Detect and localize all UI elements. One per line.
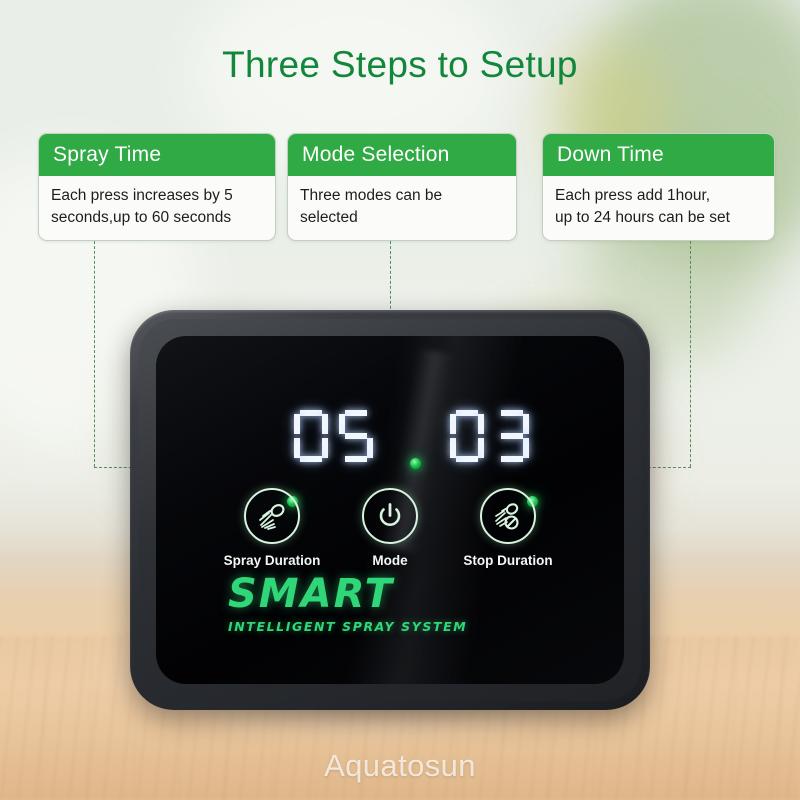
card-body-text: Three modes can be selected xyxy=(300,187,443,226)
card-heading: Down Time xyxy=(543,134,774,176)
spray-nozzle-icon xyxy=(244,488,300,544)
button-label: Spray Duration xyxy=(223,553,321,568)
button-label: Mode xyxy=(372,553,408,568)
led-indicator-mode xyxy=(410,458,421,469)
brand-name: SMART xyxy=(228,571,394,617)
card-body-text: Each press increases by 5 seconds,up to … xyxy=(51,187,233,226)
card-heading: Mode Selection xyxy=(288,134,516,176)
seven-segment-digit xyxy=(495,410,529,462)
card-heading: Spray Time xyxy=(39,134,275,176)
power-icon xyxy=(362,488,418,544)
spray-duration-button[interactable]: Spray Duration xyxy=(224,488,320,568)
spray-nozzle-stop-icon xyxy=(480,488,536,544)
leader-line-spray-vertical xyxy=(94,241,95,467)
spray-controller-device: Spray Duration Mode Stop Duration SMART … xyxy=(130,310,650,710)
callout-card-spray-time: Spray Time Each press increases by 5 sec… xyxy=(38,133,276,241)
seven-segment-digit xyxy=(450,410,484,462)
seven-segment-digit xyxy=(294,410,328,462)
stop-duration-button[interactable]: Stop Duration xyxy=(463,488,553,568)
page-title: Three Steps to Setup xyxy=(222,44,578,85)
brand-lockup: SMART INTELLIGENT SPRAY SYSTEM xyxy=(228,574,467,634)
device-bezel: Spray Duration Mode Stop Duration SMART … xyxy=(139,319,641,701)
brand-tagline: INTELLIGENT SPRAY SYSTEM xyxy=(228,619,468,634)
spray-duration-readout xyxy=(294,410,373,462)
device-button-row: Spray Duration Mode Stop Duration xyxy=(156,488,624,568)
stop-duration-readout xyxy=(450,410,529,462)
watermark: Aquatosun xyxy=(324,748,476,783)
callout-card-down-time: Down Time Each press add 1hour, up to 24… xyxy=(542,133,775,241)
seven-segment-digit xyxy=(339,410,373,462)
mode-button[interactable]: Mode xyxy=(350,488,430,568)
infographic-stage: Three Steps to Setup Spray Time Each pre… xyxy=(0,0,800,800)
callout-card-mode-selection: Mode Selection Three modes can be select… xyxy=(287,133,517,241)
leader-line-downtime-vertical xyxy=(690,241,691,467)
card-body-text: Each press add 1hour, up to 24 hours can… xyxy=(555,187,730,226)
button-label: Stop Duration xyxy=(463,553,553,568)
device-front-panel: Spray Duration Mode Stop Duration SMART … xyxy=(156,336,624,684)
